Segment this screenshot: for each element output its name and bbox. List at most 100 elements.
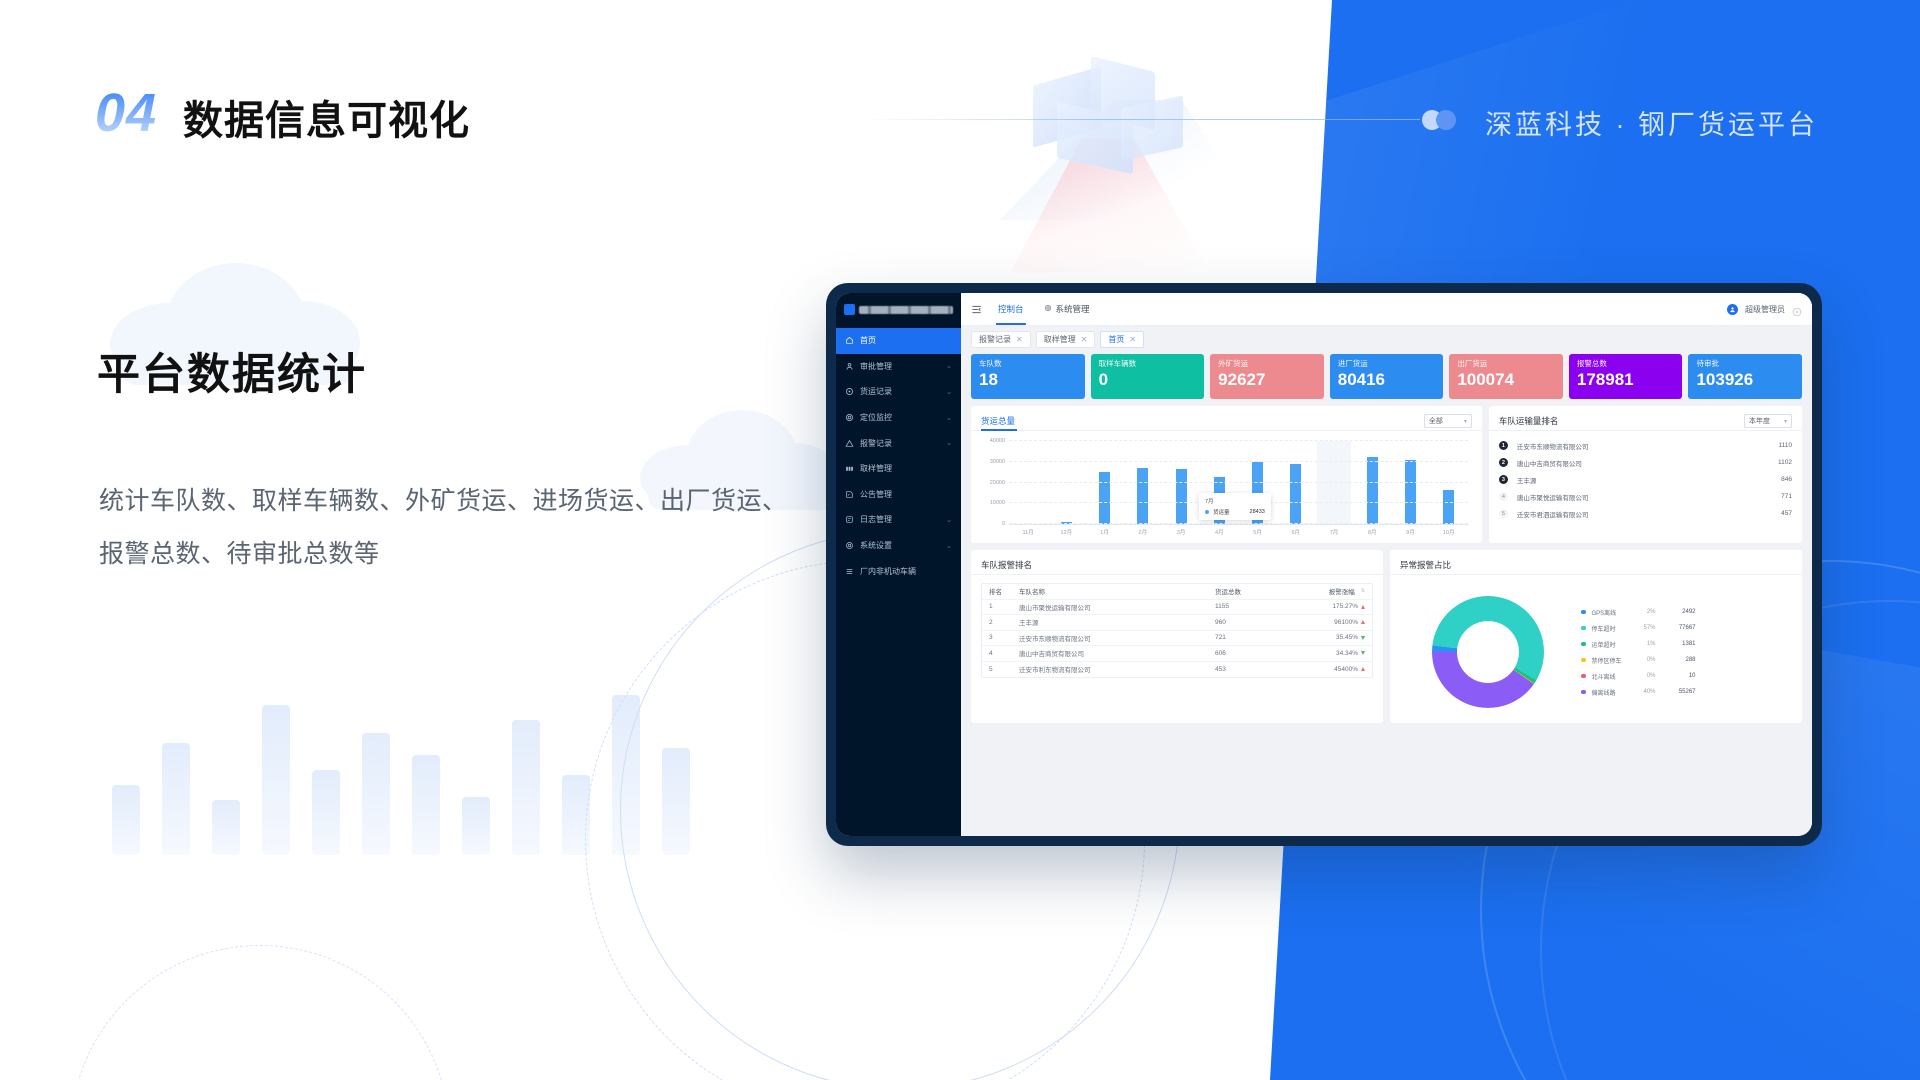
sidebar-item-4[interactable]: 定位监控 ⌄ [836,405,961,431]
freight-filter-select[interactable]: 全部 ▾ [1423,414,1472,428]
cell-total: 721 [1215,634,1226,642]
legend-item[interactable]: GPS离线 2% 2492 [1581,604,1792,620]
x-axis-tick: 9月 [1406,530,1415,536]
header-divider-line [860,119,1420,120]
cell-rank: 3 [989,634,993,642]
bar-column-7月[interactable] [1315,441,1353,524]
brand-name: 深蓝科技 · 钢厂货运平台 [1485,110,1818,140]
sidebar-item-1[interactable]: 首页 [836,328,961,354]
stat-value: 92627 [1218,370,1266,390]
stat-card-3[interactable]: 外矿货运 92627 [1210,354,1324,399]
stat-label: 出厂货运 [1457,359,1488,368]
gear-icon [845,541,854,550]
stat-card-7[interactable]: 待审批 103926 [1688,354,1803,399]
col-total: 货运总数 [1215,589,1241,597]
home-icon [845,336,854,345]
cell-total: 960 [1215,618,1226,626]
page-title: 平台数据统计 [97,351,367,399]
collapse-menu-icon[interactable] [971,304,982,315]
freight-bar-chart: 0 10000 20000 30000 40000 11月 12月 1月 2月 3月 4月 5月 6月… [971,431,1482,543]
stat-label: 车队数 [979,359,1002,368]
cell-rate: 35.45% [1295,634,1365,641]
bar [1137,467,1149,524]
cell-name: 王丰源 [1019,620,1039,628]
freight-total-panel: 货运总量 全部 ▾ 0 10000 20000 30000 40000 11月 … [971,406,1482,543]
stat-card-6[interactable]: 报警总数 178981 [1568,354,1683,399]
tab-2[interactable]: 取样管理 ✕ [1035,331,1096,348]
cell-rank: 2 [989,618,993,626]
sidebar-item-6[interactable]: 取样管理 [836,456,961,482]
donut-legend: GPS离线 2% 2492 停车超时 57% 77667 运单超时 1% 1381 禁停区停车 0%… [1575,604,1792,700]
rank-badge: 1 [1498,441,1508,450]
rank-badge: 5 [1498,509,1508,518]
rank-filter-select[interactable]: 本年度 ▾ [1744,414,1792,428]
col-name: 车队名称 [1019,589,1045,597]
tab-label: 报警记录 [979,335,1011,344]
legend-item[interactable]: 运单超时 1% 1381 [1581,636,1792,652]
sidebar-item-2[interactable]: 审批管理 ⌄ [836,354,961,380]
sidebar-item-10[interactable]: 厂内非机动车辆 [836,558,961,584]
decorative-bar [162,743,190,855]
bar-column-6月[interactable] [1277,441,1315,524]
stat-label: 待审批 [1696,359,1719,368]
stat-label: 进厂货运 [1337,359,1368,368]
sidebar-item-label: 公告管理 [860,489,892,499]
page-description: 统计车队数、取样车辆数、外矿货运、进场货运、出厂货运、报警总数、待审批总数等 [99,487,788,568]
alarm-rank-title: 车队报警排名 [981,560,1033,570]
decorative-bar [262,705,290,855]
legend-label: 运单超时 [1591,642,1616,649]
bar-column-12月[interactable] [1047,441,1085,524]
legend-item[interactable]: 禁停区停车 0% 288 [1581,652,1792,668]
fullscreen-icon[interactable] [1792,304,1802,317]
bar-column-10月[interactable] [1430,441,1468,524]
bar [1443,490,1455,524]
tooltip-value: 28433 [1249,509,1265,515]
table-row: 3 迁安市东顺物流有限公司 721 35.45% [982,631,1372,646]
legend-item[interactable]: 偏离线路 40% 55267 [1581,684,1792,700]
close-icon[interactable]: ✕ [1016,335,1023,344]
sidebar-item-7[interactable]: 公告管理 [836,482,961,508]
close-icon[interactable]: ✕ [1129,335,1136,344]
decorative-bar [212,800,240,855]
rank-panel-header: 车队运输量排名 本年度 ▾ [1488,406,1802,431]
sidebar-item-3[interactable]: 货运记录 ⌄ [836,379,961,405]
chevron-down-icon: ⌄ [946,440,952,448]
stat-card-2[interactable]: 取样车辆数 0 [1090,354,1205,399]
donut-panel-header: 异常报警占比 [1390,550,1802,575]
donut-chart-area: GPS离线 2% 2492 停车超时 57% 77667 运单超时 1% 1381 禁停区停车 0%… [1390,575,1802,723]
grid-line: 30000 [990,459,1468,465]
bar-column-9月[interactable] [1391,441,1429,524]
sidebar-item-8[interactable]: 日志管理 ⌄ [836,507,961,533]
paper-ribbon-decoration [1005,56,1235,182]
stat-card-5[interactable]: 出厂货运 100074 [1449,354,1563,399]
sort-icon[interactable]: ⇅ [1361,588,1365,594]
bar-column-3月[interactable] [1162,441,1200,524]
legend-item[interactable]: 北斗离线 0% 10 [1581,668,1792,684]
bar-column-8月[interactable] [1353,441,1391,524]
close-icon[interactable]: ✕ [1081,335,1088,344]
sidebar-item-9[interactable]: 系统设置 ⌄ [836,533,961,559]
avatar[interactable] [1727,303,1738,315]
col-rate[interactable]: 报警涨幅 ⇅ [1295,586,1365,596]
rank-value: 1102 [1778,459,1792,466]
tooltip-row: 货运量 28433 [1205,508,1265,516]
rank-name: 唐山中吉商贸有限公司 [1516,460,1582,468]
stat-card-1[interactable]: 车队数 18 [971,354,1085,399]
x-axis-tick: 7月 [1329,530,1339,536]
bar-column-1月[interactable] [1085,441,1123,524]
sidebar-item-5[interactable]: 报警记录 ⌄ [836,430,961,456]
tab-1[interactable]: 报警记录 ✕ [971,331,1031,348]
top-nav-item-1[interactable]: 控制台 [996,293,1026,325]
bar-column-11月[interactable] [1009,441,1047,524]
y-axis-tick: 30000 [989,458,1005,465]
bar-column-2月[interactable] [1124,441,1162,524]
sidebar-item-label: 日志管理 [860,515,892,525]
rank-filter-value: 本年度 [1749,418,1770,425]
stat-card-4[interactable]: 进厂货运 80416 [1329,354,1444,399]
tab-3[interactable]: 首页 ✕ [1100,331,1145,348]
legend-item[interactable]: 停车超时 57% 77667 [1581,620,1792,636]
cell-total: 453 [1215,665,1226,673]
chevron-down-icon: ▾ [1783,418,1787,425]
top-nav-item-2[interactable]: 系统管理 [1042,293,1092,325]
rank-list-item: 5 迁安市君泗运输有限公司 457 [1498,507,1792,520]
